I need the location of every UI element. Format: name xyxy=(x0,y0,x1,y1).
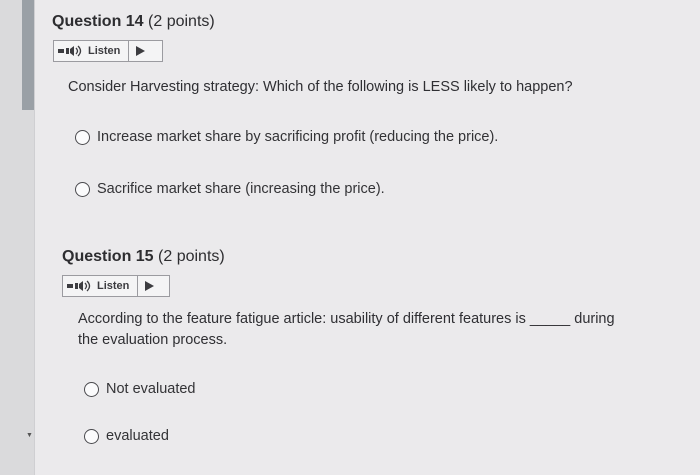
question-14-title: Question 14 (2 points) xyxy=(52,13,215,31)
question-15-option-2-label[interactable]: evaluated xyxy=(106,428,169,444)
question-14-number: Question 14 xyxy=(52,13,144,30)
left-scroll-rail[interactable]: ▼ xyxy=(0,0,35,475)
question-15-option-1[interactable]: Not evaluated xyxy=(84,381,195,397)
question-14-option-1[interactable]: Increase market share by sacrificing pro… xyxy=(75,129,498,145)
question-14-points: (2 points) xyxy=(148,13,215,30)
question-15-number: Question 15 xyxy=(62,248,154,265)
question-14-option-1-label[interactable]: Increase market share by sacrificing pro… xyxy=(97,129,498,145)
question-15-option-1-label[interactable]: Not evaluated xyxy=(106,381,195,397)
play-icon xyxy=(144,281,154,291)
question-15-option-2-radio[interactable] xyxy=(84,428,99,444)
question-15-points: (2 points) xyxy=(158,248,225,265)
question-14-listen-control[interactable]: Listen xyxy=(53,40,163,62)
question-15-option-2[interactable]: evaluated xyxy=(84,428,169,444)
question-14-play-button[interactable] xyxy=(129,41,151,61)
question-15-stem-line-1: According to the feature fatigue article… xyxy=(78,311,615,327)
question-15-listen-control[interactable]: Listen xyxy=(62,275,170,297)
scroll-thumb[interactable] xyxy=(22,0,34,110)
speaker-icon xyxy=(58,45,82,57)
question-15-title: Question 15 (2 points) xyxy=(62,248,225,266)
question-15-stem-line-2: the evaluation process. xyxy=(78,332,228,348)
question-15-play-button[interactable] xyxy=(138,276,160,296)
scroll-down-arrow-icon[interactable]: ▼ xyxy=(26,432,33,439)
speaker-icon xyxy=(67,280,91,292)
question-15-listen-label: Listen xyxy=(97,280,130,292)
question-14-option-2-radio[interactable] xyxy=(75,181,90,197)
question-14-listen-label: Listen xyxy=(88,45,121,57)
question-15-option-1-radio[interactable] xyxy=(84,381,99,397)
question-15-listen-button[interactable]: Listen xyxy=(63,276,139,296)
question-14-stem: Consider Harvesting strategy: Which of t… xyxy=(68,79,573,95)
play-icon xyxy=(135,46,145,56)
question-14-option-2[interactable]: Sacrifice market share (increasing the p… xyxy=(75,181,385,197)
question-14-option-1-radio[interactable] xyxy=(75,129,90,145)
question-14-listen-button[interactable]: Listen xyxy=(54,41,130,61)
question-15-stem: According to the feature fatigue article… xyxy=(78,309,615,351)
question-14-option-2-label[interactable]: Sacrifice market share (increasing the p… xyxy=(97,181,385,197)
